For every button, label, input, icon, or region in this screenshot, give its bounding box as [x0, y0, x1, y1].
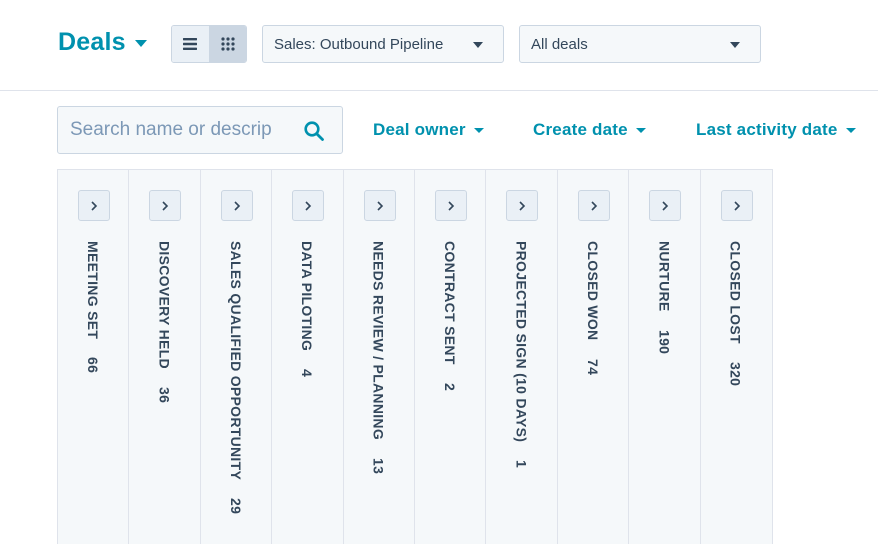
- expand-column-button[interactable]: [149, 190, 182, 221]
- last-activity-date-filter-label: Last activity date: [696, 120, 838, 139]
- expand-column-button[interactable]: [292, 190, 325, 221]
- chevron-right-icon: [519, 200, 526, 211]
- expand-column-button[interactable]: [78, 190, 110, 221]
- stage-label: MEETING SET 66: [85, 241, 101, 374]
- stage-label: PROJECTED SIGN (10 DAYS) 1: [513, 241, 529, 468]
- stage-column-nurture: NURTURE 190: [629, 170, 701, 544]
- search-input[interactable]: [70, 107, 290, 153]
- stage-count: 66: [85, 357, 101, 374]
- stage-name: DISCOVERY HELD: [156, 241, 173, 369]
- expand-column-button[interactable]: [435, 190, 468, 221]
- stage-name: MEETING SET: [85, 241, 101, 340]
- chevron-right-icon: [91, 200, 98, 211]
- expand-column-button[interactable]: [506, 190, 539, 221]
- expand-column-button[interactable]: [649, 190, 682, 221]
- chevron-right-icon: [377, 200, 383, 211]
- saved-view-select-value: All deals: [531, 35, 588, 53]
- stage-column-sales-qualified-opportunity: SALES QUALIFIED OPPORTUNITY 29: [201, 170, 273, 544]
- stage-count: 74: [584, 358, 601, 375]
- stage-column-needs-review-planning: NEEDS REVIEW / PLANNING 13: [344, 170, 416, 544]
- chevron-right-icon: [591, 200, 597, 211]
- caret-down-icon: [845, 127, 856, 133]
- stage-count: 36: [156, 387, 173, 404]
- deal-owner-filter[interactable]: Deal owner: [373, 120, 484, 140]
- search-box: [57, 106, 343, 154]
- list-view-button[interactable]: [172, 26, 209, 62]
- stage-label: SALES QUALIFIED OPPORTUNITY 29: [228, 241, 244, 515]
- stage-column-projected-sign: PROJECTED SIGN (10 DAYS) 1: [486, 170, 558, 544]
- page-title: Deals: [58, 28, 126, 56]
- stage-count: 2: [442, 382, 459, 391]
- chevron-right-icon: [734, 200, 740, 211]
- caret-down-icon: [730, 42, 740, 48]
- expand-column-button[interactable]: [363, 190, 396, 221]
- pipeline-select[interactable]: Sales: Outbound Pipeline: [262, 25, 504, 63]
- stage-count: 4: [299, 369, 316, 378]
- view-toggle: [171, 25, 247, 63]
- list-icon: [183, 38, 198, 50]
- stage-label: NURTURE 190: [656, 241, 672, 354]
- last-activity-date-filter[interactable]: Last activity date: [696, 120, 856, 140]
- stage-label: DATA PILOTING 4: [299, 241, 315, 377]
- stage-column-closed-won: CLOSED WON 74: [558, 170, 630, 544]
- chevron-right-icon: [662, 200, 669, 211]
- expand-column-button[interactable]: [220, 190, 253, 221]
- stage-column-data-piloting: DATA PILOTING 4: [272, 170, 344, 544]
- expand-column-button[interactable]: [577, 190, 610, 221]
- stage-column-closed-lost: CLOSED LOST 320: [701, 170, 772, 544]
- caret-down-icon: [635, 127, 646, 133]
- stage-count: 190: [656, 329, 673, 355]
- expand-column-button[interactable]: [720, 190, 753, 221]
- stage-label: CLOSED LOST 320: [728, 241, 744, 386]
- search-icon[interactable]: [303, 120, 325, 142]
- create-date-filter[interactable]: Create date: [533, 120, 646, 140]
- create-date-filter-label: Create date: [533, 120, 628, 139]
- stage-column-contract-sent: CONTRACT SENT 2: [415, 170, 487, 544]
- stage-name: CLOSED LOST: [727, 241, 744, 344]
- stage-name: CLOSED WON: [584, 241, 601, 341]
- stage-count: 1: [513, 460, 530, 469]
- stage-label: CONTRACT SENT 2: [442, 241, 458, 391]
- stage-name: PROJECTED SIGN (10 DAYS): [513, 241, 530, 443]
- chevron-right-icon: [448, 200, 455, 211]
- stage-label: DISCOVERY HELD 36: [156, 241, 172, 403]
- stage-count: 29: [227, 498, 244, 515]
- deal-board: MEETING SET 66 DISCOVERY HELD 36 SALES Q…: [57, 169, 773, 544]
- chevron-right-icon: [234, 200, 240, 211]
- stage-column-discovery-held: DISCOVERY HELD 36: [129, 170, 201, 544]
- deal-owner-filter-label: Deal owner: [373, 120, 466, 139]
- chevron-right-icon: [305, 200, 312, 211]
- stage-name: SALES QUALIFIED OPPORTUNITY: [227, 241, 244, 481]
- page-header: Deals Sales: Outbound Pipeline All deals: [0, 0, 878, 91]
- stage-count: 13: [370, 458, 387, 475]
- stage-name: DATA PILOTING: [299, 241, 316, 352]
- caret-down-icon: [473, 127, 484, 133]
- stage-name: CONTRACT SENT: [442, 241, 459, 365]
- stage-name: NEEDS REVIEW / PLANNING: [370, 241, 387, 441]
- deals-title-dropdown[interactable]: Deals: [58, 28, 147, 57]
- stage-label: CLOSED WON 74: [585, 241, 601, 375]
- caret-down-icon: [134, 40, 147, 47]
- chevron-right-icon: [162, 200, 169, 211]
- stage-name: NURTURE: [656, 241, 673, 312]
- caret-down-icon: [473, 42, 483, 48]
- stage-column-meeting-set: MEETING SET 66: [58, 170, 130, 544]
- stage-count: 320: [727, 362, 744, 387]
- pipeline-select-value: Sales: Outbound Pipeline: [274, 35, 444, 53]
- board-view-button[interactable]: [208, 26, 246, 62]
- grid-icon: [221, 37, 235, 51]
- saved-view-select[interactable]: All deals: [519, 25, 761, 63]
- stage-label: NEEDS REVIEW / PLANNING 13: [371, 241, 387, 474]
